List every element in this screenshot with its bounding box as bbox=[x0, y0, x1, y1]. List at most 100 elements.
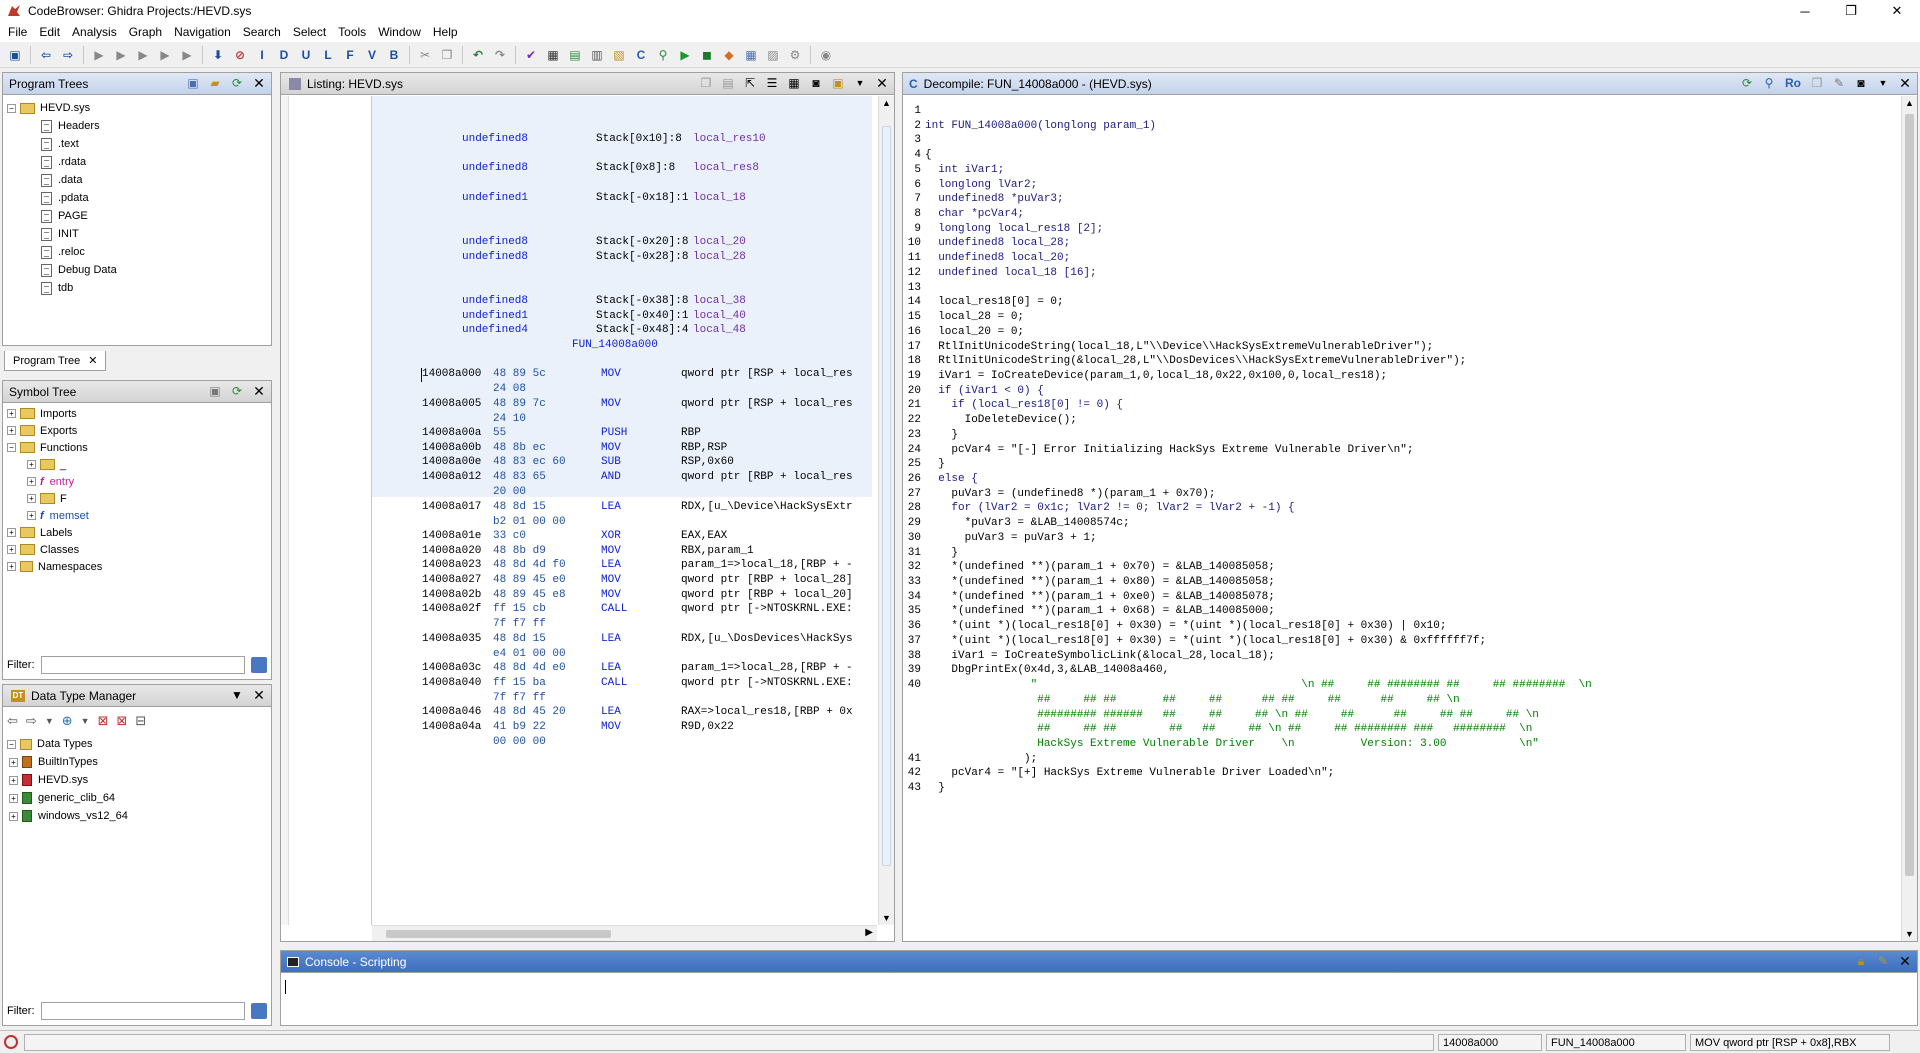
tree-item[interactable]: tdb bbox=[7, 279, 267, 297]
close-icon[interactable]: ✕ bbox=[251, 687, 267, 703]
tree-item[interactable]: .text bbox=[7, 135, 267, 153]
code-line[interactable]: longlong local_res18 [2]; bbox=[925, 223, 1103, 235]
back-icon[interactable]: ⇦ bbox=[7, 713, 18, 729]
tree-item-f[interactable]: + F bbox=[7, 490, 267, 507]
run-script-icon[interactable]: ▶ bbox=[676, 46, 694, 64]
code-line[interactable]: *(uint *)(local_res18[0] + 0x30) = *(uin… bbox=[925, 635, 1486, 647]
menu-navigation[interactable]: Navigation bbox=[168, 25, 237, 39]
close-icon[interactable]: ✕ bbox=[1897, 953, 1913, 969]
code-line[interactable]: local_28 = 0; bbox=[925, 311, 1024, 323]
close-icon[interactable]: ✕ bbox=[251, 383, 267, 399]
data-type-filter-input[interactable] bbox=[40, 1002, 245, 1020]
checkmark-icon[interactable]: ✔ bbox=[522, 46, 540, 64]
tree-item[interactable]: INIT bbox=[7, 225, 267, 243]
close-window-button[interactable]: ✕ bbox=[1874, 0, 1920, 22]
help-icon[interactable]: ◉ bbox=[817, 46, 835, 64]
expand-icon[interactable]: + bbox=[9, 757, 18, 767]
open-folder-icon[interactable]: ▰ bbox=[207, 75, 223, 91]
chevron-down-icon[interactable]: ▼ bbox=[81, 716, 90, 726]
code-line[interactable]: int FUN_14008a000(longlong param_1) bbox=[925, 120, 1156, 132]
stack-var-type[interactable]: undefined4 bbox=[462, 324, 528, 336]
expand-icon[interactable]: + bbox=[27, 460, 36, 469]
code-line[interactable]: for (lVar2 = 0x1c; lVar2 != 0; lVar2 = l… bbox=[925, 502, 1294, 514]
undo-icon[interactable]: ↶ bbox=[469, 46, 487, 64]
maximize-button[interactable]: ❐ bbox=[1828, 0, 1874, 22]
instruction-address[interactable]: 14008a02b bbox=[422, 589, 481, 601]
code-line[interactable]: } bbox=[925, 547, 958, 559]
code-line[interactable]: else { bbox=[925, 473, 978, 485]
code-line[interactable]: undefined8 local_28; bbox=[925, 237, 1070, 249]
function-label[interactable]: FUN_14008a000 bbox=[572, 339, 658, 351]
tree-item[interactable]: .rdata bbox=[7, 153, 267, 171]
save-icon[interactable]: ▣ bbox=[6, 46, 24, 64]
instruction-operands[interactable]: RDX,[u_\DosDevices\HackSys bbox=[681, 633, 853, 645]
expand-icon[interactable]: + bbox=[9, 793, 18, 803]
expand-icon[interactable]: + bbox=[7, 426, 16, 435]
next-undefined-icon[interactable]: ▶ bbox=[134, 46, 152, 64]
clear-console-icon[interactable]: ✎ bbox=[1875, 953, 1891, 969]
instruction-address[interactable]: 14008a00b bbox=[422, 442, 481, 454]
menu-window[interactable]: Window bbox=[372, 25, 427, 39]
instruction-mnemonic[interactable]: LEA bbox=[601, 559, 621, 571]
instruction-operands[interactable]: EAX,EAX bbox=[681, 530, 727, 542]
instruction-operands[interactable]: qword ptr [RSP + local_res bbox=[681, 368, 853, 380]
code-line[interactable]: *(undefined **)(param_1 + 0x68) = &LAB_1… bbox=[925, 605, 1274, 617]
menu-dropdown-icon[interactable]: ▼ bbox=[229, 687, 245, 703]
menu-file[interactable]: File bbox=[2, 25, 33, 39]
instruction-operands[interactable]: qword ptr [RSP + local_res bbox=[681, 398, 853, 410]
stack-var-name[interactable]: local_40 bbox=[693, 310, 746, 322]
filter-options-icon[interactable] bbox=[251, 657, 267, 673]
instruction-mnemonic[interactable]: CALL bbox=[601, 677, 627, 689]
scroll-up-icon[interactable]: ▲ bbox=[882, 98, 891, 108]
code-line[interactable]: undefined8 local_20; bbox=[925, 252, 1070, 264]
code-line[interactable]: *(undefined **)(param_1 + 0x80) = &LAB_1… bbox=[925, 576, 1274, 588]
expand-icon[interactable]: + bbox=[7, 528, 16, 537]
code-line[interactable]: iVar1 = IoCreateDevice(param_1,0,local_1… bbox=[925, 370, 1387, 382]
stack-var-type[interactable]: undefined1 bbox=[462, 192, 528, 204]
menu-select[interactable]: Select bbox=[287, 25, 332, 39]
function-filter-button[interactable]: F bbox=[341, 46, 359, 64]
instruction-mnemonic[interactable]: LEA bbox=[601, 706, 621, 718]
instruction-address[interactable]: 14008a01e bbox=[422, 530, 481, 542]
tree-item[interactable]: + windows_vs12_64 bbox=[7, 807, 267, 825]
decompile-vertical-scrollbar[interactable]: ▲ ▼ bbox=[1901, 96, 1917, 941]
instruction-mnemonic[interactable]: LEA bbox=[601, 501, 621, 513]
stack-var-name[interactable]: local_38 bbox=[693, 295, 746, 307]
instruction-operands[interactable]: RDX,[u_\Device\HackSysExtr bbox=[681, 501, 853, 513]
menu-search[interactable]: Search bbox=[237, 25, 287, 39]
refresh-icon[interactable]: ⟳ bbox=[229, 75, 245, 91]
edit-signature-icon[interactable]: ✎ bbox=[1831, 75, 1847, 91]
instruction-mnemonic[interactable]: MOV bbox=[601, 589, 621, 601]
code-line[interactable]: undefined local_18 [16]; bbox=[925, 267, 1096, 279]
code-line[interactable]: DbgPrintEx(0x4d,3,&LAB_14008a460, bbox=[925, 664, 1169, 676]
stack-var-type[interactable]: undefined8 bbox=[462, 251, 528, 263]
menu-help[interactable]: Help bbox=[427, 25, 464, 39]
code-line[interactable]: ## ## ## ## ## ## ## ## ## ## \n bbox=[925, 694, 1459, 706]
tree-item[interactable]: PAGE bbox=[7, 207, 267, 225]
stack-var-name[interactable]: local_20 bbox=[693, 236, 746, 248]
stop-icon[interactable]: ⊘ bbox=[231, 46, 249, 64]
code-line[interactable]: *(undefined **)(param_1 + 0xe0) = &LAB_1… bbox=[925, 591, 1274, 603]
create-tree-icon[interactable]: ▣ bbox=[185, 75, 201, 91]
code-line[interactable]: puVar3 = puVar3 + 1; bbox=[925, 532, 1097, 544]
instruction-address[interactable]: 14008a027 bbox=[422, 574, 481, 586]
instruction-operands[interactable]: qword ptr [RBP + local_res bbox=[681, 471, 853, 483]
filter-arrays-icon[interactable]: ⊠ bbox=[98, 713, 109, 729]
menu-graph[interactable]: Graph bbox=[123, 25, 168, 39]
instruction-address[interactable]: 14008a023 bbox=[422, 559, 481, 571]
stack-var-name[interactable]: local_28 bbox=[693, 251, 746, 263]
memory-map-icon[interactable]: ▥ bbox=[588, 46, 606, 64]
code-line[interactable]: } bbox=[925, 458, 945, 470]
tree-item[interactable]: .pdata bbox=[7, 189, 267, 207]
instruction-filter-button[interactable]: I bbox=[253, 46, 271, 64]
call-tree-icon[interactable]: ⚲ bbox=[654, 46, 672, 64]
next-data-icon[interactable]: ▶ bbox=[112, 46, 130, 64]
back-icon[interactable]: ⇦ bbox=[37, 46, 55, 64]
debugger-icon[interactable]: ⚙ bbox=[786, 46, 804, 64]
tree-item[interactable]: .reloc bbox=[7, 243, 267, 261]
close-icon[interactable]: ✕ bbox=[251, 75, 267, 91]
tree-item[interactable]: .data bbox=[7, 171, 267, 189]
close-icon[interactable]: ✕ bbox=[874, 75, 890, 91]
instruction-mnemonic[interactable]: MOV bbox=[601, 545, 621, 557]
instruction-mnemonic[interactable]: MOV bbox=[601, 368, 621, 380]
